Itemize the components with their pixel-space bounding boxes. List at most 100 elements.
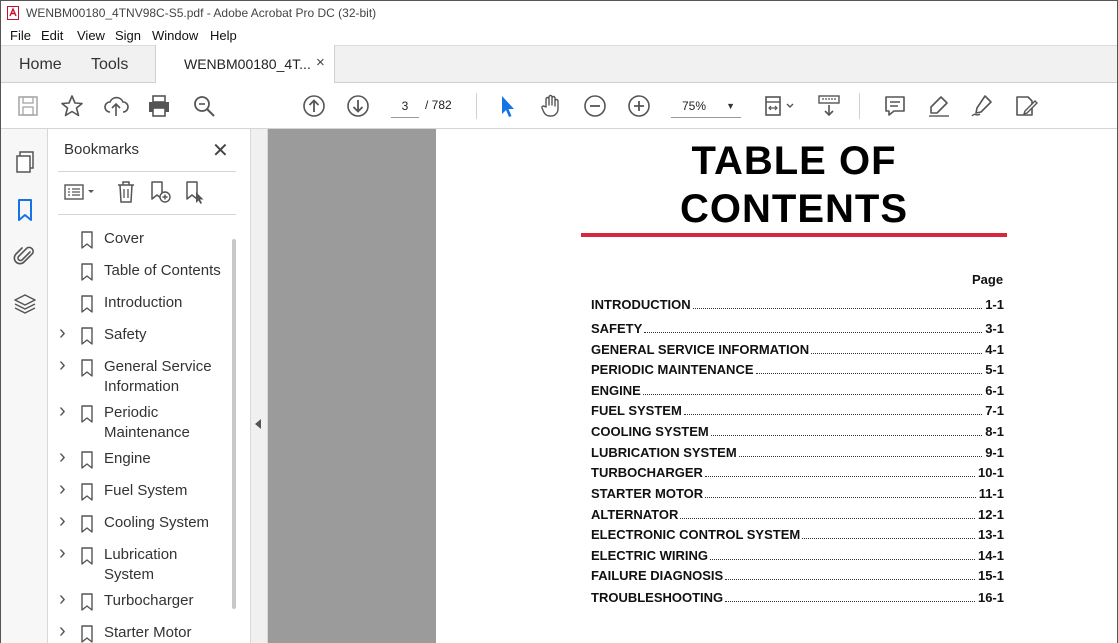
toc-entry[interactable]: TURBOCHARGER 10-1 (591, 464, 1004, 480)
bookmark-icon[interactable] (12, 197, 38, 223)
bookmark-label: Turbocharger (104, 592, 194, 609)
zoom-level-value: 75% (682, 99, 707, 113)
toc-entry[interactable]: INTRODUCTION 1-1 (591, 296, 1004, 312)
toc-entry[interactable]: STARTER MOTOR 11-1 (591, 485, 1004, 501)
bookmark-options-icon[interactable] (62, 179, 98, 205)
toc-entry[interactable]: ELECTRONIC CONTROL SYSTEM 13-1 (591, 526, 1004, 542)
title-underline (581, 233, 1007, 237)
document-background (268, 129, 436, 643)
menu-view[interactable]: View (77, 28, 105, 43)
bookmark-flag-icon (81, 405, 93, 423)
toc-entry[interactable]: COOLING SYSTEM 8-1 (591, 423, 1004, 439)
page-column-header: Page (972, 272, 1004, 287)
expand-chevron-icon[interactable]: › (59, 620, 66, 643)
toc-entry-title: TROUBLESHOOTING (591, 590, 724, 605)
toc-entry-title: PERIODIC MAINTENANCE (591, 362, 754, 377)
toc-entry-page: 6-1 (985, 383, 1004, 398)
toc-leader-dots (755, 373, 983, 374)
page-title-line-2: CONTENTS (680, 187, 908, 231)
expand-chevron-icon[interactable]: › (59, 542, 66, 565)
menu-bar: File Edit View Sign Window Help (1, 25, 1117, 45)
bookmark-flag-icon (81, 295, 93, 313)
toc-entry[interactable]: LUBRICATION SYSTEM 9-1 (591, 444, 1004, 460)
expand-chevron-icon[interactable]: › (59, 510, 66, 533)
toc-entry[interactable]: PERIODIC MAINTENANCE 5-1 (591, 361, 1004, 377)
toc-entry-page: 14-1 (977, 548, 1004, 563)
upload-icon[interactable] (103, 93, 129, 119)
toc-entry[interactable]: FAILURE DIAGNOSIS 15-1 (591, 567, 1004, 583)
toc-entry-page: 8-1 (985, 424, 1004, 439)
tab-document-label: WENBM00180_4T... (184, 56, 311, 72)
toc-entry-page: 9-1 (985, 445, 1004, 460)
attachment-icon[interactable] (12, 243, 38, 269)
hand-icon[interactable] (538, 93, 564, 119)
toc-leader-dots (683, 414, 983, 415)
page-fit-icon[interactable] (763, 93, 799, 119)
tab-tools[interactable]: Tools (91, 56, 128, 74)
navigation-rail (1, 129, 48, 643)
highlight-icon[interactable] (926, 93, 952, 119)
toc-entry-title: ENGINE (591, 383, 641, 398)
tab-document[interactable]: WENBM00180_4T... × (155, 45, 335, 83)
menu-sign[interactable]: Sign (115, 28, 141, 43)
save-icon[interactable] (15, 93, 41, 119)
page-down-icon[interactable] (345, 93, 371, 119)
bookmark-flag-icon (81, 593, 93, 611)
expand-chevron-icon[interactable]: › (59, 354, 66, 377)
toc-entry-title: SAFETY (591, 321, 643, 336)
toc-entry[interactable]: ALTERNATOR 12-1 (591, 506, 1004, 522)
edit-pdf-icon[interactable] (1013, 93, 1039, 119)
page-up-icon[interactable] (301, 93, 327, 119)
print-icon[interactable] (146, 93, 172, 119)
acrobat-app-icon (7, 6, 19, 20)
select-cursor-icon[interactable] (494, 93, 520, 119)
bookmark-label: Table of Contents (104, 262, 221, 279)
menu-window[interactable]: Window (152, 28, 198, 43)
bookmark-label: Periodic Maintenance (104, 404, 190, 441)
bookmarks-scrollbar[interactable] (232, 239, 236, 609)
panel-collapse-handle[interactable] (250, 129, 268, 643)
toc-entry-title: TURBOCHARGER (591, 465, 703, 480)
new-bookmark-icon[interactable] (147, 179, 173, 205)
menu-file[interactable]: File (10, 28, 31, 43)
menu-edit[interactable]: Edit (41, 28, 63, 43)
bookmark-flag-icon (81, 483, 93, 501)
toc-entry-page: 16-1 (977, 590, 1004, 605)
page-thumbnails-icon[interactable] (12, 149, 38, 175)
scroll-mode-icon[interactable] (816, 93, 842, 119)
layers-icon[interactable] (12, 291, 38, 317)
toc-entry[interactable]: GENERAL SERVICE INFORMATION 4-1 (591, 341, 1004, 357)
zoom-search-icon[interactable] (191, 93, 217, 119)
close-tab-icon[interactable]: × (316, 54, 325, 71)
toc-entry-title: GENERAL SERVICE INFORMATION (591, 342, 810, 357)
toc-entry[interactable]: FUEL SYSTEM 7-1 (591, 402, 1004, 418)
tab-home[interactable]: Home (19, 56, 62, 74)
toc-entry-page: 11-1 (978, 486, 1004, 501)
toc-entry[interactable]: SAFETY 3-1 (591, 320, 1004, 336)
find-bookmark-icon[interactable] (182, 179, 208, 205)
menu-help[interactable]: Help (210, 28, 237, 43)
expand-chevron-icon[interactable]: › (59, 588, 66, 611)
page-number-input[interactable]: 3 (391, 94, 419, 118)
bookmarks-panel-title: Bookmarks (64, 141, 140, 158)
expand-chevron-icon[interactable]: › (59, 446, 66, 469)
comment-icon[interactable] (882, 93, 908, 119)
toc-leader-dots (802, 538, 975, 539)
expand-chevron-icon[interactable]: › (59, 478, 66, 501)
expand-chevron-icon[interactable]: › (59, 400, 66, 423)
toc-entry[interactable]: TROUBLESHOOTING 16-1 (591, 589, 1004, 605)
star-icon[interactable] (59, 93, 85, 119)
sign-icon[interactable] (969, 93, 995, 119)
toc-entry[interactable]: ELECTRIC WIRING 14-1 (591, 547, 1004, 563)
bookmark-label: Fuel System (104, 482, 188, 499)
bookmark-label: Cooling System (104, 514, 210, 531)
bookmark-flag-icon (81, 231, 93, 249)
delete-icon[interactable] (113, 179, 139, 205)
toc-entry-title: COOLING SYSTEM (591, 424, 709, 439)
zoom-in-icon[interactable] (626, 93, 652, 119)
zoom-level-select[interactable]: 75% ▼ (671, 94, 741, 118)
close-panel-icon[interactable]: ✕ (212, 138, 229, 163)
zoom-out-icon[interactable] (582, 93, 608, 119)
toc-entry[interactable]: ENGINE 6-1 (591, 382, 1004, 398)
expand-chevron-icon[interactable]: › (59, 322, 66, 345)
